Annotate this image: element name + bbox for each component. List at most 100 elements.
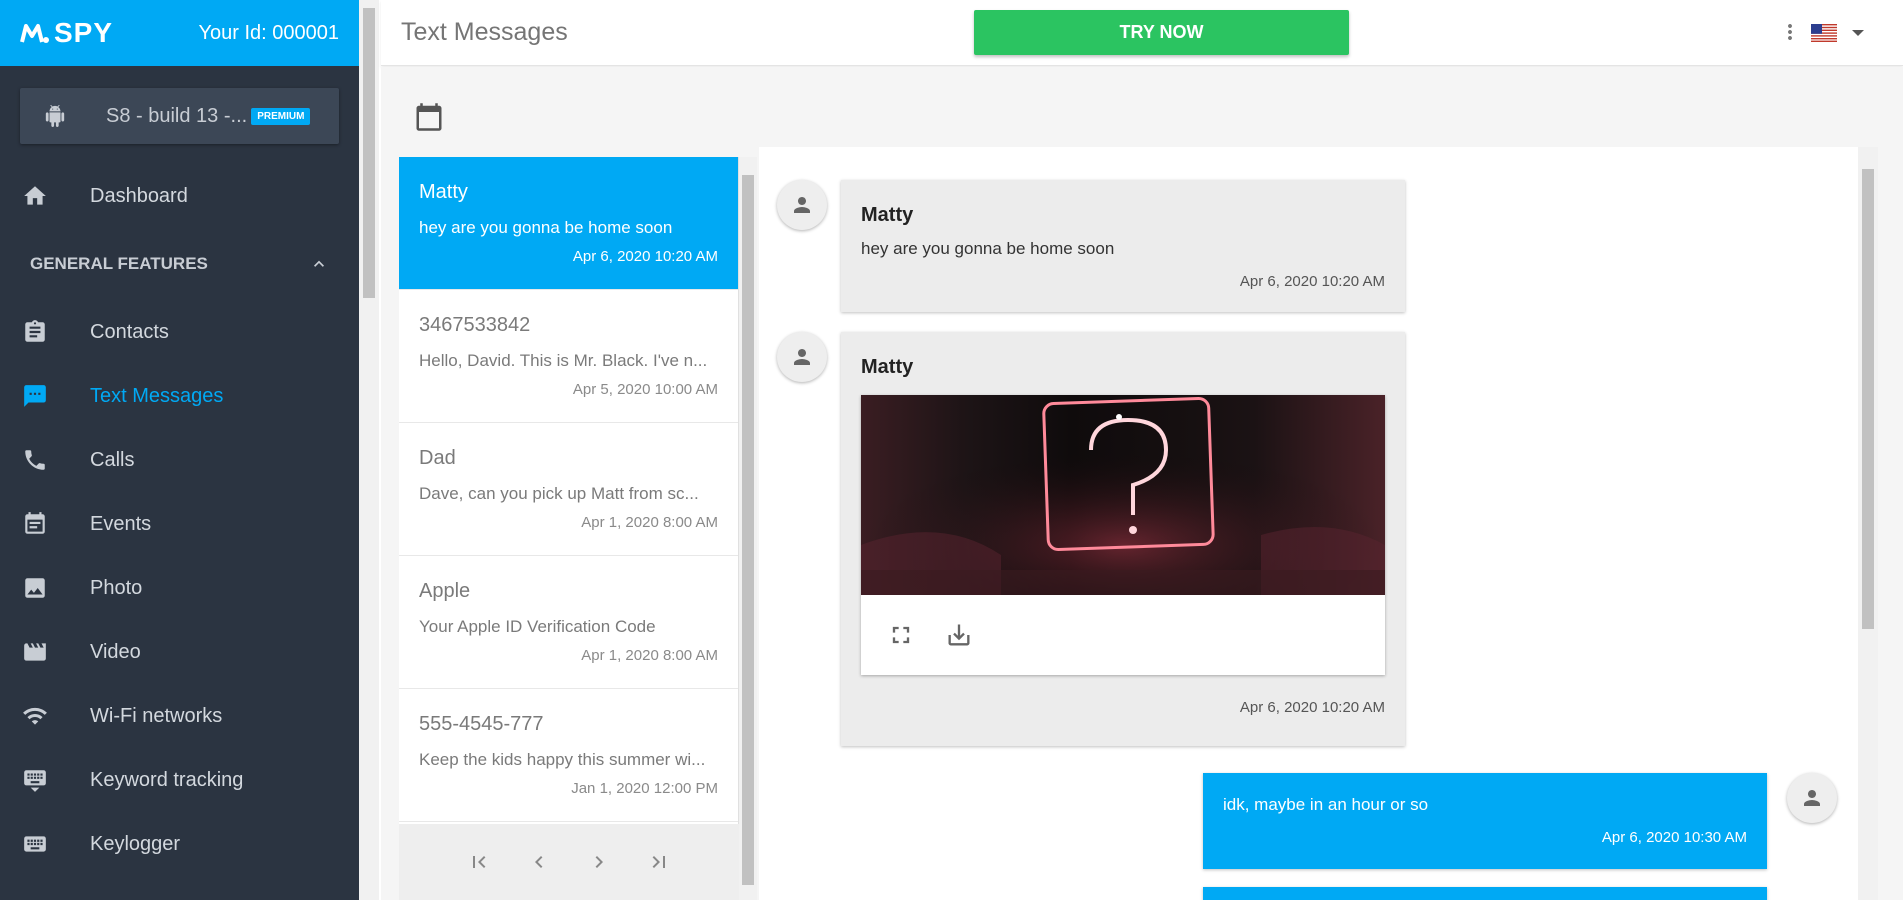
conversation-name: 3467533842 — [419, 314, 531, 336]
sidebar-item-calls[interactable]: Calls — [0, 428, 359, 492]
pagination — [399, 824, 739, 900]
person-icon — [794, 349, 810, 365]
sidebar-scrollbar[interactable] — [359, 0, 379, 900]
media-attachment — [861, 395, 1385, 675]
page-title: Text Messages — [401, 18, 568, 46]
sidebar-header: SPY Your Id: 000001 — [0, 0, 359, 66]
message-icon — [24, 385, 46, 407]
sidebar: SPY Your Id: 000001 S8 - build 13 -... P… — [0, 0, 359, 900]
logo-text: SPY — [54, 17, 114, 48]
attached-image[interactable] — [861, 395, 1385, 595]
message-date: Apr 6, 2020 10:20 AM — [1239, 273, 1385, 290]
sidebar-item-label: Events — [90, 512, 152, 535]
sidebar-item-label: Keyword tracking — [90, 768, 244, 791]
sidebar-item-wifi-networks[interactable]: Wi-Fi networks — [0, 684, 359, 748]
sidebar-item-keylogger[interactable]: Keylogger — [0, 812, 359, 876]
list-scrollbar[interactable] — [739, 157, 757, 900]
conversation-snippet: Dave, can you pick up Matt from sc... — [419, 484, 699, 503]
first-page-icon[interactable] — [467, 850, 491, 874]
wifi-icon — [23, 707, 47, 725]
message-sender: Matty — [861, 356, 914, 378]
topbar: Text Messages TRY NOW — [381, 0, 1903, 66]
device-name: S8 - build 13 -... — [106, 104, 248, 127]
section-title: GENERAL FEATURES — [30, 254, 208, 273]
chat-scrollbar[interactable] — [1858, 147, 1878, 900]
avatar — [777, 332, 827, 382]
content-area: Matty hey are you gonna be home soon Apr… — [381, 67, 1903, 900]
message-sender: Matty — [861, 204, 914, 226]
chat-thread: Matty hey are you gonna be home soon Apr… — [759, 147, 1859, 900]
conversation-name: 555-4545-777 — [419, 713, 544, 735]
list-item[interactable]: Apple Your Apple ID Verification Code Ap… — [399, 556, 738, 689]
message-bubble-outgoing: idk, maybe in an hour or so Apr 6, 2020 … — [1203, 773, 1767, 869]
scrollbar-thumb[interactable] — [363, 8, 375, 298]
sidebar-item-label: Photo — [90, 576, 143, 599]
device-selector[interactable]: S8 - build 13 -... PREMIUM — [20, 88, 339, 144]
sidebar-item-text-messages[interactable]: Text Messages — [0, 364, 359, 428]
calendar-icon[interactable] — [414, 101, 444, 133]
conversation-date: Apr 1, 2020 8:00 AM — [581, 514, 718, 531]
sidebar-item-events[interactable]: Events — [0, 492, 359, 556]
last-page-icon[interactable] — [647, 850, 671, 874]
download-icon[interactable] — [945, 621, 973, 649]
conversation-date: Apr 6, 2020 10:20 AM — [572, 248, 718, 265]
person-icon — [1804, 790, 1820, 806]
conversation-snippet: hey are you gonna be home soon — [419, 218, 673, 237]
app: SPY Your Id: 000001 S8 - build 13 -... P… — [0, 0, 1903, 900]
home-icon — [24, 186, 46, 205]
conversation-date: Jan 1, 2020 12:00 PM — [571, 780, 718, 797]
message-text: hey are you gonna be home soon — [861, 239, 1115, 258]
conversation-date: Apr 1, 2020 8:00 AM — [581, 647, 718, 664]
chevron-up-icon — [314, 260, 324, 267]
sidebar-item-label: Keylogger — [90, 832, 181, 855]
conversation-list: Matty hey are you gonna be home soon Apr… — [399, 157, 739, 900]
sidebar-item-video[interactable]: Video — [0, 620, 359, 684]
fullscreen-icon[interactable] — [887, 621, 915, 649]
conversation-snippet: Hello, David. This is Mr. Black. I've n.… — [419, 351, 708, 370]
conversation-name: Apple — [419, 580, 471, 602]
sidebar-item-label: Video — [90, 640, 141, 663]
sidebar-item-keyword-tracking[interactable]: Keyword tracking — [0, 748, 359, 812]
user-id: Your Id: 000001 — [198, 21, 340, 44]
try-now-button[interactable]: TRY NOW — [974, 10, 1349, 55]
section-general-features[interactable]: GENERAL FEATURES — [0, 228, 359, 300]
premium-badge: PREMIUM — [251, 107, 311, 125]
scrollbar-thumb[interactable] — [742, 175, 754, 885]
conversation-snippet: Your Apple ID Verification Code — [419, 617, 656, 636]
sidebar-item-photo[interactable]: Photo — [0, 556, 359, 620]
chevron-right-icon[interactable] — [587, 850, 611, 874]
list-item[interactable]: Dad Dave, can you pick up Matt from sc..… — [399, 423, 738, 556]
list-item[interactable]: Matty hey are you gonna be home soon Apr… — [399, 157, 738, 290]
message-bubble: Matty Apr 6, 2020 10:20 AM — [841, 332, 1405, 746]
caret-down-icon[interactable] — [1851, 28, 1865, 38]
conversation-name: Dad — [419, 447, 456, 469]
chevron-left-icon[interactable] — [527, 850, 551, 874]
message-date: Apr 6, 2020 10:20 AM — [1239, 699, 1385, 716]
message-bubble-outgoing-partial — [1203, 887, 1767, 900]
sidebar-item-dashboard[interactable]: Dashboard — [0, 164, 359, 228]
conversation-date: Apr 5, 2020 10:00 AM — [572, 381, 718, 398]
list-item[interactable]: 3467533842 Hello, David. This is Mr. Bla… — [399, 290, 738, 423]
avatar — [777, 180, 827, 230]
media-actions — [861, 595, 1385, 675]
list-item[interactable]: 555-4545-777 Keep the kids happy this su… — [399, 689, 738, 822]
sidebar-item-label: Text Messages — [90, 384, 224, 407]
avatar — [1787, 773, 1837, 823]
keyboard-icon — [24, 770, 46, 792]
android-icon — [45, 105, 65, 127]
logo[interactable]: SPY — [20, 17, 113, 49]
sidebar-item-label: Calls — [90, 448, 135, 471]
message-bubble: Matty hey are you gonna be home soon Apr… — [841, 180, 1405, 312]
clipboard-icon — [25, 320, 45, 342]
sidebar-item-label: Wi-Fi networks — [90, 704, 223, 727]
scrollbar-thumb[interactable] — [1862, 169, 1874, 629]
clapper-icon — [24, 643, 46, 661]
keyboard-icon — [24, 836, 46, 852]
sidebar-item-label: Contacts — [90, 320, 169, 343]
us-flag-icon[interactable] — [1811, 24, 1837, 42]
calendar-icon — [25, 512, 45, 534]
question-mark-light-image — [861, 395, 1385, 595]
more-vert-icon[interactable] — [1778, 20, 1802, 44]
sidebar-item-contacts[interactable]: Contacts — [0, 300, 359, 364]
message-text: idk, maybe in an hour or so — [1223, 795, 1429, 814]
